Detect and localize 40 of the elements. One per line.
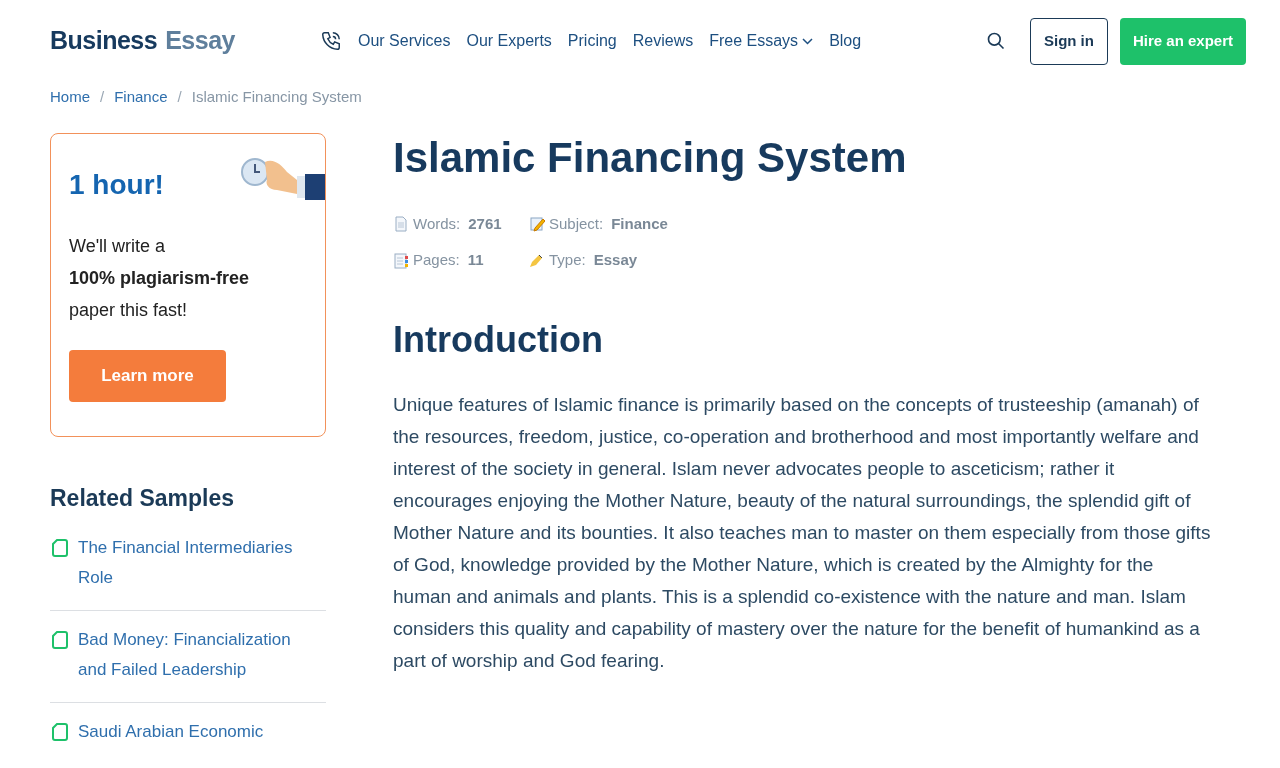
meta-value: 2761 — [468, 213, 502, 234]
related-samples-heading: Related Samples — [50, 483, 236, 513]
page-list-icon — [393, 252, 409, 269]
nav-link[interactable]: Reviews — [632, 29, 694, 53]
chevron-down-icon[interactable] — [802, 37, 814, 45]
meta-label: Subject: — [549, 213, 604, 234]
meta-value: Finance — [611, 213, 668, 234]
breadcrumb-current: Islamic Financing System — [191, 87, 362, 107]
logo-text[interactable]: Essay — [165, 22, 235, 60]
meta-value: Essay — [593, 250, 638, 271]
related-sample-link[interactable]: Bad Money: Financialization and Failed Leadership — [78, 625, 306, 685]
document-icon — [393, 216, 409, 233]
breadcrumb-link[interactable]: Finance — [114, 86, 168, 109]
article-title: Islamic Financing System — [393, 132, 908, 183]
nav-link[interactable]: Free Essays — [709, 29, 814, 53]
nav-link[interactable]: Blog — [829, 29, 862, 53]
phone-icon[interactable] — [320, 30, 342, 52]
breadcrumb-separator: / — [100, 87, 105, 107]
nav-link[interactable]: Pricing — [567, 29, 617, 53]
meta-label: Pages: — [413, 250, 460, 271]
sign-in-button[interactable]: Sign in — [1029, 17, 1108, 65]
document-icon — [50, 538, 70, 558]
article-paragraph: Unique features of Islamic finance is primarily based on the concepts of trusteeship (amanah) of the resources, freedom, justice, co-operation and brotherhood and most importantly welfare and interest of the society in general. Islam never advocates people to asceticism; rather it encourages enjoying the Mother Nature, beauty of the natural surroundings, the splendid gift of Mother Nature and its bounties. It also teaches man to master on them especially from those gifts of God, knowledge provided by the Mother Nature, which is created by the Almighty for the human and animals and plants. This is a splendid co-existence with the nature and man. Islam considers this quality and capability of mastery over the nature for the benefit of humankind as a part of worship and God fearing. — [393, 393, 1212, 674]
nav-link[interactable]: Our Services — [358, 29, 451, 53]
breadcrumb-link[interactable]: Home — [50, 86, 90, 109]
document-icon — [50, 630, 70, 650]
search-icon[interactable] — [985, 31, 1006, 51]
meta-value: 11 — [467, 250, 484, 271]
meta-label: Words: — [413, 213, 461, 234]
breadcrumb-separator: / — [177, 87, 182, 107]
section-heading: Introduction — [393, 317, 604, 362]
promo-text: We'll write a 100% plagiarism-free paper this fast! — [69, 234, 251, 322]
memo-icon — [529, 216, 545, 233]
logo-text[interactable]: Business — [50, 22, 158, 60]
related-sample-link[interactable]: The Financial Intermediaries Role — [78, 533, 306, 593]
document-icon — [50, 722, 70, 742]
nav-link[interactable]: Our Experts — [466, 29, 552, 53]
related-sample-link[interactable]: Saudi Arabian Economic — [78, 717, 264, 747]
promo-title: 1 hour! — [69, 167, 164, 202]
meta-label: Type: — [549, 250, 586, 271]
